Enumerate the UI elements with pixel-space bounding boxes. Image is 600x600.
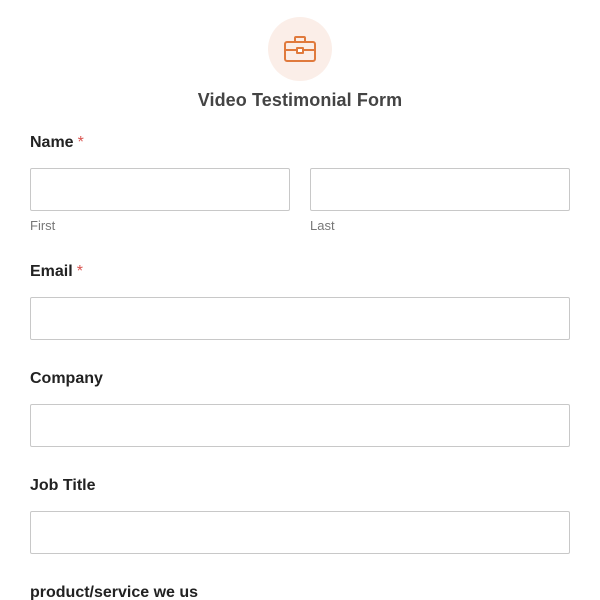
email-label-text: Email <box>30 263 73 280</box>
last-name-col: Last <box>310 168 570 234</box>
form-title: Video Testimonial Form <box>197 90 403 110</box>
last-name-input[interactable] <box>310 168 570 211</box>
briefcase-icon <box>284 36 316 62</box>
email-label: Email * <box>30 262 570 282</box>
required-marker: * <box>77 134 84 151</box>
form-header: Video Testimonial Form <box>30 0 570 111</box>
form-logo <box>268 17 332 81</box>
first-name-col: First <box>30 168 290 234</box>
product-service-field: product/service we us <box>30 583 570 600</box>
company-field: Company <box>30 369 570 447</box>
email-input[interactable] <box>30 297 570 340</box>
first-name-input[interactable] <box>30 168 290 211</box>
name-label-text: Name <box>30 134 74 151</box>
company-input[interactable] <box>30 404 570 447</box>
job-title-input[interactable] <box>30 511 570 554</box>
job-title-field: Job Title <box>30 476 570 554</box>
email-field: Email * <box>30 262 570 340</box>
company-label: Company <box>30 370 103 387</box>
required-marker: * <box>76 263 83 280</box>
name-row: First Last <box>30 168 570 234</box>
first-name-sublabel: First <box>30 218 56 233</box>
product-service-label: product/service we us <box>30 584 199 600</box>
job-title-label: Job Title <box>30 477 96 494</box>
name-field: Name * First Last <box>30 133 570 234</box>
form-page: Video Testimonial Form Name * First Last … <box>0 0 600 600</box>
name-label: Name * <box>30 133 570 153</box>
last-name-sublabel: Last <box>310 218 335 233</box>
